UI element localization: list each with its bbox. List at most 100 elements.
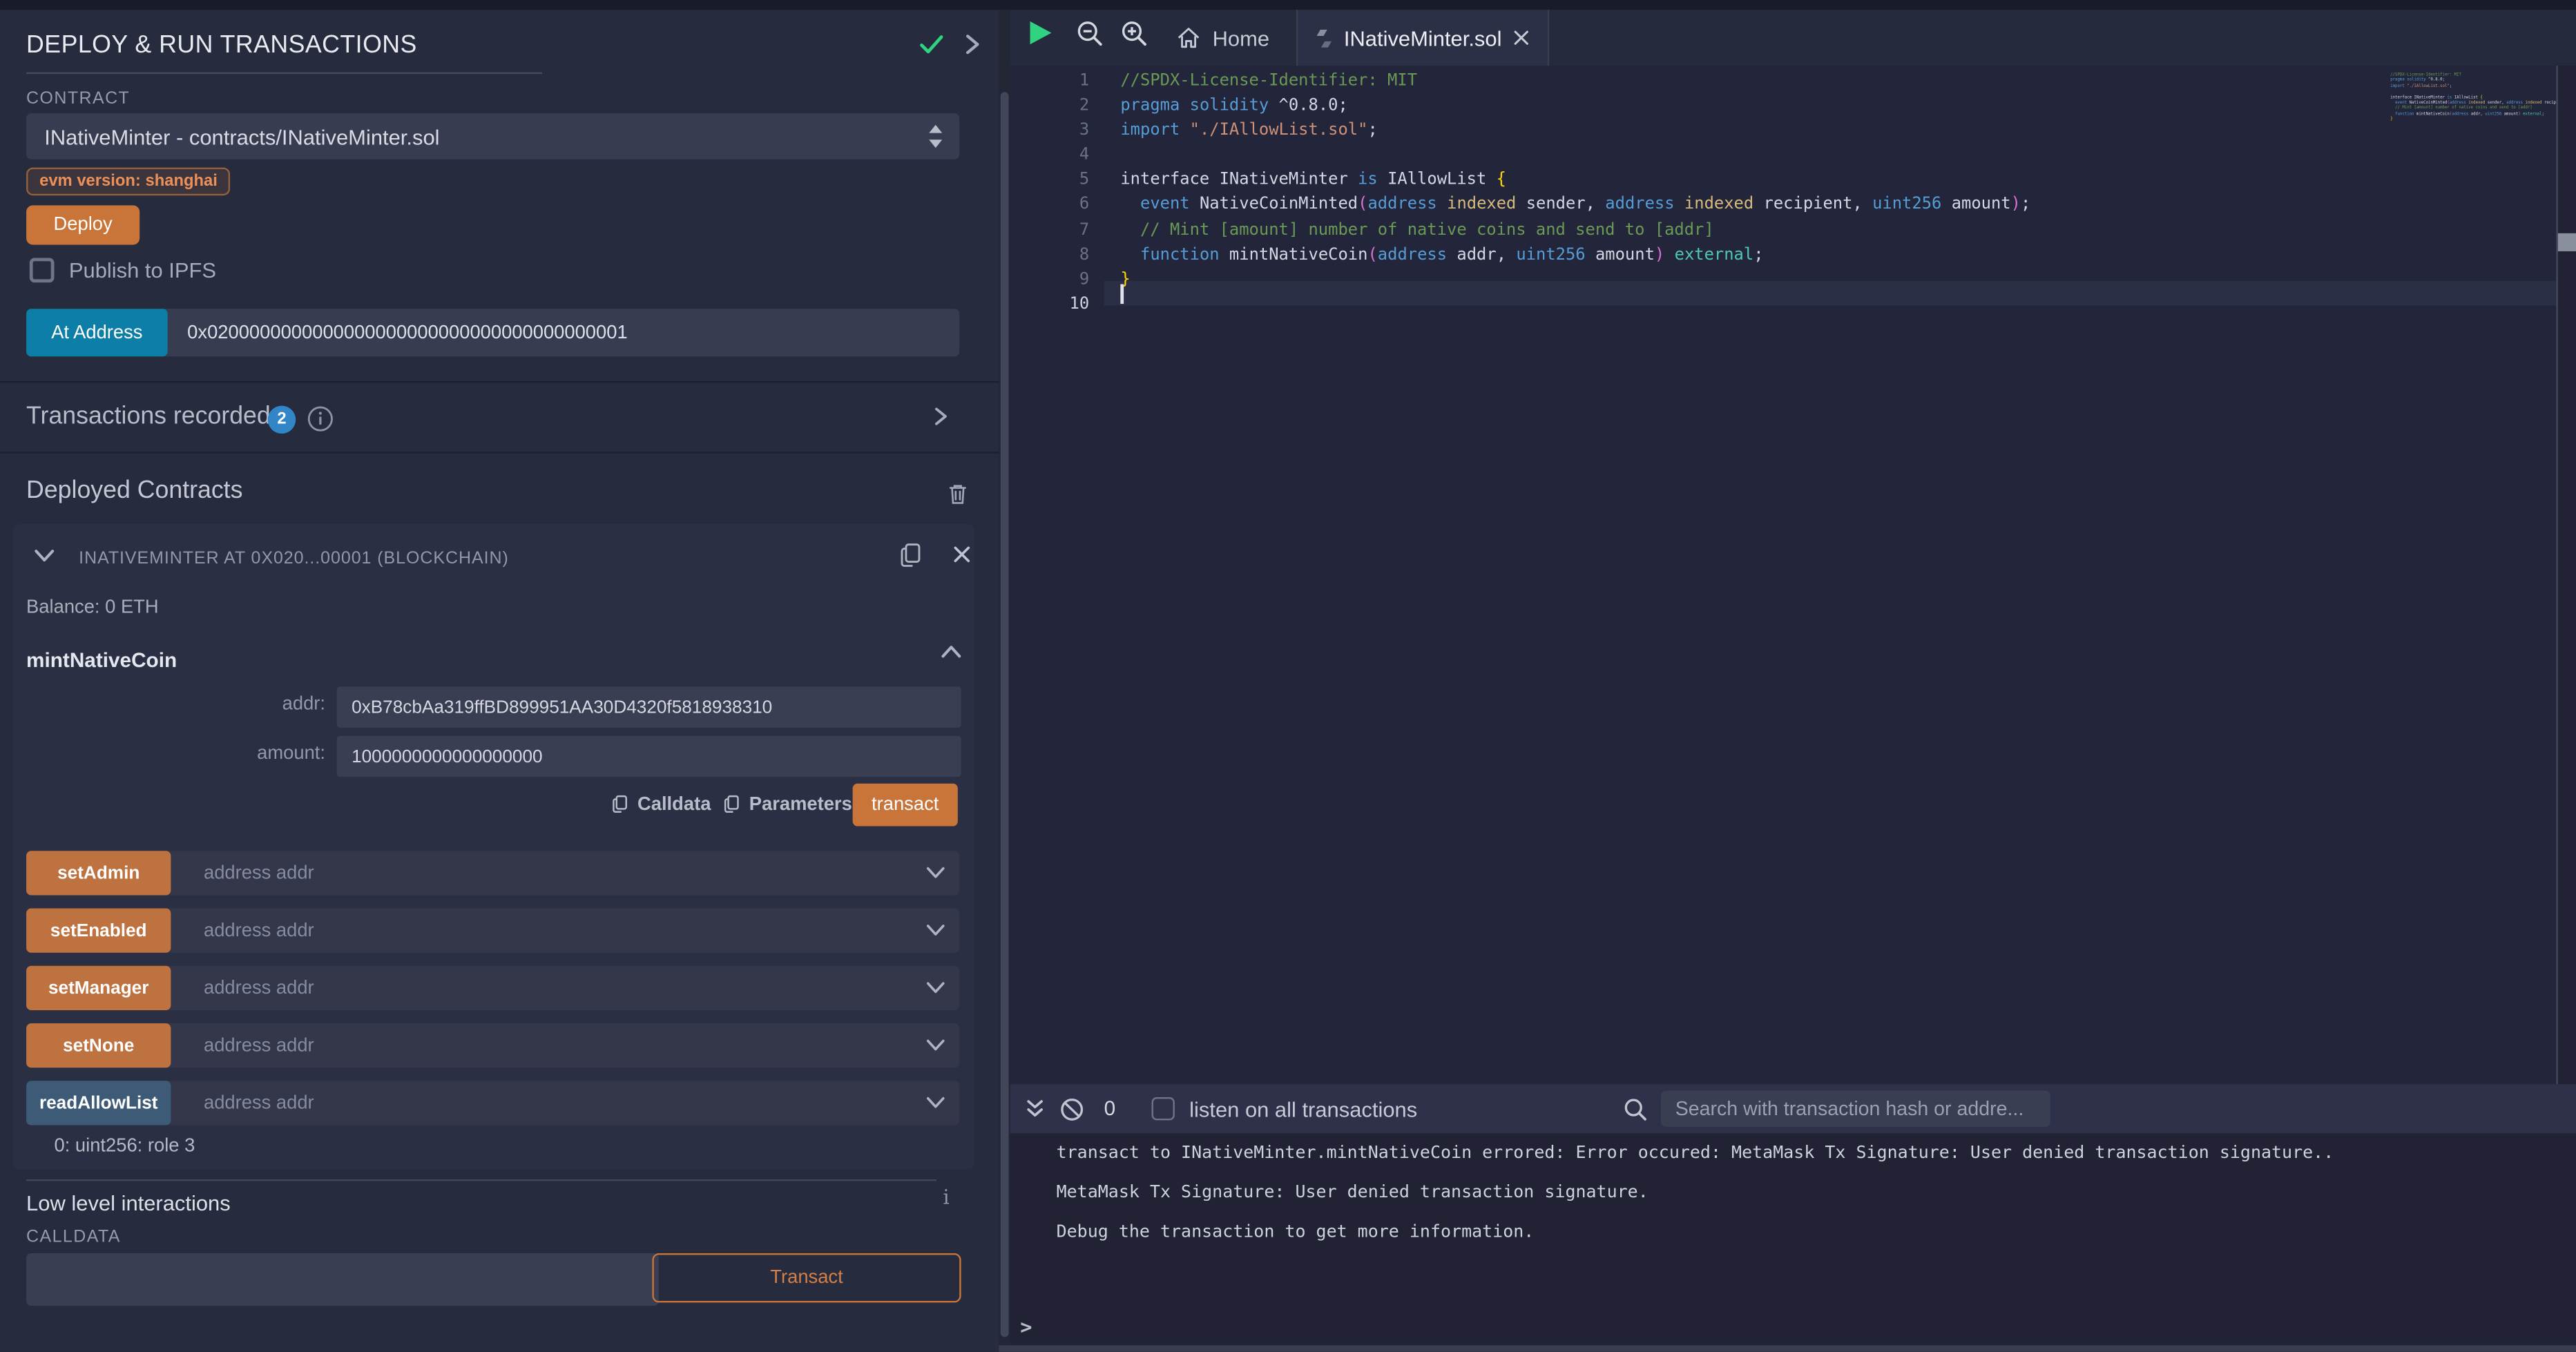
expand-chevron-down-icon[interactable] (925, 1092, 946, 1112)
play-icon[interactable] (1030, 21, 1052, 44)
tab-home[interactable]: Home (1160, 10, 1285, 66)
calldata-label: CALLDATA (26, 1227, 121, 1247)
terminal-collapse-icon[interactable] (1023, 1097, 1046, 1120)
low-level-divider (26, 1179, 936, 1181)
section-divider (0, 452, 999, 453)
copy-icon[interactable] (898, 542, 923, 568)
panel-scrollbar-slider[interactable] (1001, 92, 1009, 1337)
calldata-action-label: Calldata (637, 794, 711, 814)
addr-field-input[interactable] (337, 686, 961, 727)
function-name[interactable]: mintNativeCoin (26, 649, 177, 672)
terminal-log-line: Debug the transaction to get more inform… (1057, 1222, 2334, 1242)
parameters-action-label: Parameters (749, 794, 852, 814)
pending-tx-count: 0 (1104, 1097, 1116, 1120)
low-level-transact-button[interactable]: Transact (652, 1253, 961, 1302)
tab-close-icon[interactable] (1513, 30, 1530, 46)
deployed-contract-card: INATIVEMINTER AT 0X020...00001 (BLOCKCHA… (13, 524, 974, 1170)
publish-ipfs-checkbox[interactable] (30, 258, 55, 282)
terminal-bottom-strip (999, 1345, 2576, 1352)
home-icon (1176, 26, 1201, 49)
evm-version-badge: evm version: shanghai (26, 168, 231, 195)
calldata-copy-action[interactable]: Calldata (611, 793, 711, 815)
editor-scrollbar-slider[interactable] (2558, 233, 2576, 251)
terminal-toolbar: 0 listen on all transactions (1010, 1084, 2576, 1133)
tab-inativeminter-label: INativeMinter.sol (1344, 26, 1502, 50)
editor-scrollbar[interactable] (2558, 66, 2576, 1084)
terminal-log-line: transact to INativeMinter.mintNativeCoin… (1057, 1143, 2334, 1163)
info-icon (307, 406, 334, 432)
deploy-button[interactable]: Deploy (26, 205, 140, 244)
minimap[interactable]: //SPDX-License-Identifier: MITpragma sol… (2390, 73, 2532, 123)
transactions-count-badge: 2 (268, 406, 296, 434)
deploy-run-panel: DEPLOY & RUN TRANSACTIONS CONTRACT INati… (0, 10, 999, 1352)
line-number-gutter: 12345678910 (1010, 69, 1089, 317)
zoom-in-icon[interactable] (1120, 20, 1148, 48)
trash-icon[interactable] (946, 481, 969, 506)
copy-icon (723, 793, 741, 815)
transactions-recorded-label: Transactions recorded (26, 403, 271, 430)
amount-field-label: amount: (194, 744, 325, 764)
text-cursor (1120, 284, 1123, 305)
card-chevron-down-icon[interactable] (33, 545, 56, 566)
setManager-button[interactable]: setManager (26, 966, 171, 1010)
low-level-info-icon: i (943, 1186, 949, 1209)
section-divider (0, 381, 999, 383)
balance-label: Balance: 0 ETH (26, 598, 159, 618)
setNone-button[interactable]: setNone (26, 1023, 171, 1068)
at-address-input[interactable] (168, 309, 960, 356)
method-row-setManager: setManager (26, 966, 959, 1010)
title-underline (26, 73, 542, 74)
low-level-calldata-input[interactable] (26, 1253, 659, 1306)
expand-chevron-down-icon[interactable] (925, 920, 946, 940)
parameters-copy-action[interactable]: Parameters (723, 793, 852, 815)
expand-chevron-down-icon[interactable] (925, 1035, 946, 1055)
deployed-contracts-label: Deployed Contracts (26, 476, 242, 504)
method-row-readAllowList: readAllowList (26, 1081, 959, 1125)
tab-home-label: Home (1213, 26, 1270, 50)
contract-select-value: INativeMinter - contracts/INativeMinter.… (44, 124, 439, 149)
amount-field-input[interactable] (337, 736, 961, 777)
collapse-chevron-up-icon[interactable] (940, 642, 963, 662)
method-row-setEnabled: setEnabled (26, 908, 959, 952)
window-top-strip (0, 0, 2576, 10)
at-address-row: At Address (26, 309, 959, 356)
terminal-log-line: MetaMask Tx Signature: User denied trans… (1057, 1183, 2334, 1203)
terminal-lines: transact to INativeMinter.mintNativeCoin… (1057, 1143, 2334, 1262)
check-icon (916, 31, 946, 57)
low-level-title: Low level interactions (26, 1191, 231, 1216)
remix-ide-window: DEPLOY & RUN TRANSACTIONS CONTRACT INati… (0, 0, 2576, 1352)
contract-select[interactable]: INativeMinter - contracts/INativeMinter.… (26, 113, 959, 160)
transactions-chevron-right-icon[interactable] (932, 406, 950, 427)
copy-icon (611, 793, 629, 815)
clear-console-ban-icon[interactable] (1059, 1097, 1084, 1121)
listen-all-checkbox[interactable] (1151, 1097, 1174, 1120)
code-text: //SPDX-License-Identifier: MITpragma sol… (1120, 69, 2030, 317)
expand-chevron-down-icon[interactable] (925, 977, 946, 997)
zoom-out-icon[interactable] (1076, 20, 1104, 48)
addr-field-label: addr: (194, 695, 325, 715)
terminal-output[interactable]: transact to INativeMinter.mintNativeCoin… (1010, 1133, 2576, 1345)
terminal-prompt[interactable]: > (1020, 1315, 1032, 1338)
readAllowList-button[interactable]: readAllowList (26, 1081, 171, 1125)
listen-all-label: listen on all transactions (1189, 1097, 1417, 1121)
setEnabled-button[interactable]: setEnabled (26, 908, 171, 952)
solidity-icon (1316, 27, 1332, 48)
terminal-search-input[interactable] (1660, 1091, 2050, 1127)
close-icon[interactable] (953, 545, 971, 563)
panel-scrollbar[interactable] (999, 10, 1010, 1352)
select-updown-icon (928, 125, 943, 148)
search-icon (1623, 1097, 1648, 1121)
at-address-button[interactable]: At Address (26, 309, 168, 356)
panel-title: DEPLOY & RUN TRANSACTIONS (26, 31, 417, 59)
publish-ipfs-label: Publish to IPFS (69, 258, 216, 282)
call-output: 0: uint256: role 3 (55, 1137, 195, 1157)
transact-button[interactable]: transact (853, 784, 958, 827)
contract-label: CONTRACT (26, 88, 130, 108)
tab-inativeminter[interactable]: INativeMinter.sol (1296, 10, 1550, 66)
panel-expand-chevron-right-icon[interactable] (963, 33, 983, 56)
method-row-setNone: setNone (26, 1023, 959, 1068)
deployed-contract-title[interactable]: INATIVEMINTER AT 0X020...00001 (BLOCKCHA… (79, 549, 509, 569)
expand-chevron-down-icon[interactable] (925, 862, 946, 882)
setAdmin-button[interactable]: setAdmin (26, 851, 171, 895)
method-row-setAdmin: setAdmin (26, 851, 959, 895)
